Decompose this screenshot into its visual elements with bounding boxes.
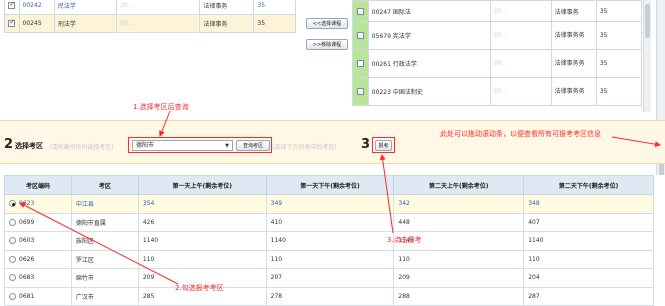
scrollbar-thumb[interactable] [645,4,650,38]
annotation-step-2: 2.勾选报考考区 [175,284,224,292]
course-checkbox[interactable] [8,18,16,27]
course-credits: 35 [595,49,643,78]
course-code-name: 05679 宪法学 [367,21,491,50]
course-code: 00245 [18,14,55,33]
table-row[interactable]: 00223 中国法制史 20… 法律事务务 35 [352,77,643,106]
course-selection-area: 00242 民法学 20… 法律事务 35 00245 刑法学 20… 法律事务… [0,0,665,293]
table-row[interactable]: 0683 绵竹市 209 207 209 204 [4,268,654,288]
table-row[interactable]: 0699 德阳市直属 426 410 448 407 [4,212,654,232]
course-checkbox[interactable] [356,32,364,39]
area-radio[interactable] [9,292,16,300]
course-name: 民法学 [53,0,118,15]
course-credits: 35 [253,14,296,33]
course-code: 00242 [18,0,55,15]
area-name: 旌阳区 [70,231,139,251]
exam-area-table-wrap: 考区编码 考区 第一天上午(剩余考位) 第一天下午(剩余考位) 第二天上午(剩余… [0,175,665,306]
column-header: 考区 [70,175,139,195]
course-code-name: 00223 中国法制史 [367,77,491,106]
table-row[interactable]: 00261 行政法学 20… 法律事务务 35 [352,49,643,78]
table-row[interactable]: 00242 民法学 20… 法律事务 35 [4,0,296,15]
step-3-number: 3 [361,137,371,152]
annotation-step-1: 1.选择考区后查询 [133,103,189,111]
column-header: 第一天下午(剩余考位) [265,175,395,195]
course-code-name: 00261 行政法学 [367,49,491,78]
area-radio[interactable] [9,274,16,282]
course-type: 法律事务务 [550,49,597,78]
course-checkbox[interactable] [356,7,364,15]
course-type: 法律事务 [199,0,255,15]
course-date: 20… [489,21,552,50]
course-name: 刑法学 [53,14,118,33]
course-type: 法律事务务 [550,77,597,106]
course-checkbox[interactable] [356,88,364,95]
area-name: 罗江区 [70,249,139,269]
area-name: 广汉市 [70,286,139,306]
area-radio[interactable] [9,237,16,245]
course-type: 法律事务 [550,0,597,22]
table-row[interactable]: 0681 广汉市 285 278 288 287 [4,286,654,306]
step-2-number: 2 [4,137,14,152]
table-row[interactable]: 0623 中江县 354 349 342 348 [4,194,654,214]
column-header: 考区编码 [4,175,72,195]
column-header: 第二天下午(剩余考位) [523,175,654,195]
selected-courses-table: 00242 民法学 20… 法律事务 35 00245 刑法学 20… 法律事务… [4,0,296,33]
column-header: 第二天上午(剩余考位) [393,175,525,195]
table-row[interactable]: 00247 国际法 20… 法律事务 35 [352,0,643,22]
available-courses-table: 00247 国际法 20… 法律事务 35 05679 宪法学 20… 法律事务… [352,0,643,106]
annotation-step-3: 3.点击报考 [387,236,422,244]
course-date: 20… [489,49,552,78]
course-date: 20… [116,14,201,33]
exam-area-bar: 2 选择考区 (请按满州市州选择考区) 德阳市 ▼ 查询考区 (选择下方列表中的… [0,120,665,164]
table-row[interactable]: 0603 旌阳区 1140 1140 1140 1140 [4,231,654,251]
course-list-scrollbar[interactable] [643,0,651,112]
column-header: 第一天上午(剩余考位) [137,175,267,195]
course-type: 法律事务 [199,14,255,33]
area-name: 中江县 [70,194,139,214]
course-checkbox[interactable] [8,0,16,9]
step-3-hint: (选择下方列表中的考区) [272,144,337,151]
course-date: 20… [489,77,552,106]
select-course-button[interactable]: <<选择课程 [306,18,348,29]
annotation-scroll-hint: 此处可以拖动滚动条，以便查看所有可报考考区信息 [440,130,601,138]
area-radio[interactable] [9,200,16,208]
step-2-hint: (请按满州市州选择考区) [49,144,114,151]
table-row[interactable]: 05679 宪法学 20… 法律事务务 35 [352,21,643,50]
area-name: 绵竹市 [70,268,139,288]
course-date: 20… [489,0,552,22]
course-type: 法律事务务 [550,21,597,50]
table-row[interactable]: 0626 罗江区 110 110 110 110 [4,249,654,269]
course-code-name: 00247 国际法 [367,0,491,22]
table-row[interactable]: 00245 刑法学 20… 法律事务 35 [4,14,296,33]
course-credits: 35 [595,21,643,50]
course-credits: 35 [253,0,296,15]
remove-course-button[interactable]: >>移除课程 [306,39,348,50]
step-2-label: 选择考区 [15,142,43,150]
course-credits: 35 [595,77,643,106]
course-date: 20… [116,0,201,15]
area-radio[interactable] [9,255,16,263]
area-radio[interactable] [9,218,16,226]
course-credits: 35 [595,0,643,22]
city-select-highlight [128,137,272,153]
apply-button-highlight [372,137,395,153]
table-header-row: 考区编码 考区 第一天上午(剩余考位) 第一天下午(剩余考位) 第二天上午(剩余… [4,175,654,195]
area-name: 德阳市直属 [70,212,139,232]
course-checkbox[interactable] [356,60,364,67]
exam-area-table: 考区编码 考区 第一天上午(剩余考位) 第一天下午(剩余考位) 第二天上午(剩余… [4,175,654,306]
